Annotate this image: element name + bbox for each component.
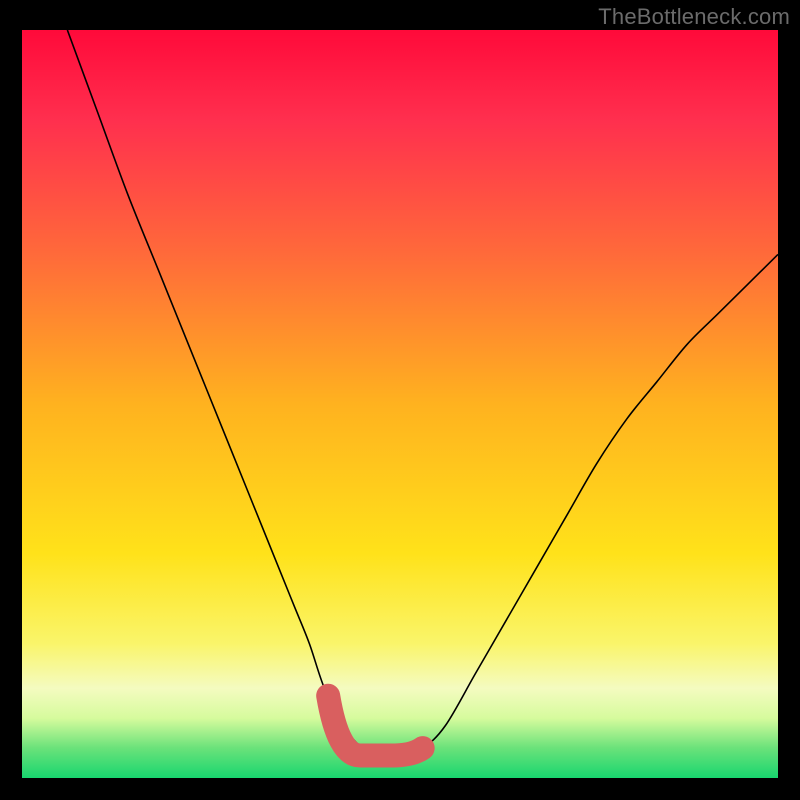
- plot-area: [22, 30, 778, 778]
- chart-svg: [22, 30, 778, 778]
- chart-frame: TheBottleneck.com: [0, 0, 800, 800]
- watermark-text: TheBottleneck.com: [598, 4, 790, 30]
- gradient-background: [22, 30, 778, 778]
